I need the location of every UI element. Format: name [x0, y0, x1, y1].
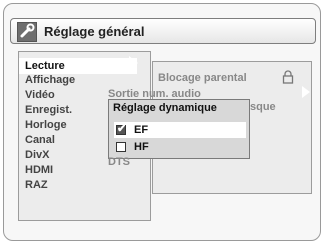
- submenu-item-partial: sque: [250, 101, 276, 113]
- menu-item-video[interactable]: Vidéo: [25, 89, 55, 101]
- menu-item-raz[interactable]: RAZ: [25, 179, 48, 191]
- menu-item-divx[interactable]: DivX: [25, 149, 49, 161]
- option-hf[interactable]: HF: [114, 139, 246, 155]
- lock-icon: [282, 70, 294, 84]
- option-hf-label: HF: [134, 141, 149, 153]
- check-mark-icon: ✔: [117, 123, 127, 135]
- submenu-item-blocage-parental[interactable]: Blocage parental: [158, 72, 247, 84]
- option-ef-label: EF: [134, 124, 149, 136]
- wrench-icon: [17, 22, 37, 42]
- popup-title: Réglage dynamique: [113, 102, 217, 114]
- checkbox-checked-icon[interactable]: ✔: [116, 123, 127, 135]
- title-bar: Réglage général: [10, 18, 316, 44]
- page-title: Réglage général: [44, 24, 145, 39]
- settings-screen: Réglage général Lecture Affichage Vidéo …: [3, 3, 321, 241]
- checkbox-unchecked-icon[interactable]: [116, 142, 126, 152]
- submenu-next-arrow-icon: [302, 86, 310, 98]
- menu-item-horloge[interactable]: Horloge: [25, 119, 67, 131]
- option-ef[interactable]: ✔ EF: [114, 122, 246, 138]
- submenu-arrow-icon: [129, 56, 138, 70]
- dynamic-range-popup: Réglage dynamique ✔ EF HF: [108, 99, 250, 159]
- menu-item-hdmi[interactable]: HDMI: [25, 164, 53, 176]
- menu-item-enregist[interactable]: Enregist.: [25, 104, 72, 116]
- submenu-item-dts[interactable]: DTS: [108, 156, 130, 168]
- menu-item-affichage[interactable]: Affichage: [25, 74, 75, 86]
- menu-item-canal[interactable]: Canal: [25, 134, 55, 146]
- menu-item-lecture[interactable]: Lecture: [19, 58, 137, 74]
